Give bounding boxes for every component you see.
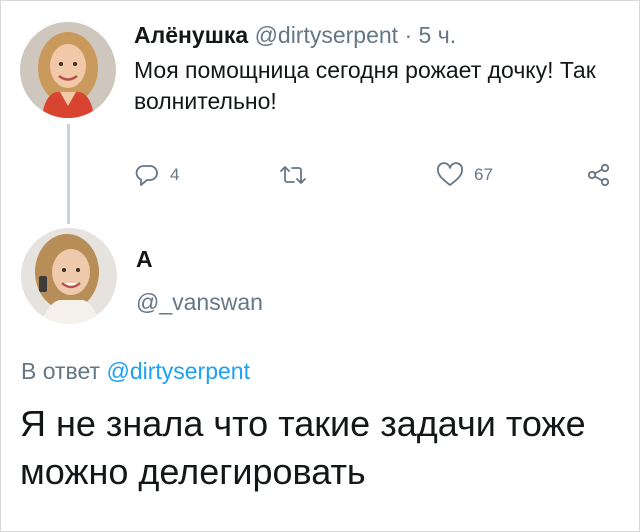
retweet-button[interactable] bbox=[278, 158, 308, 192]
reply-author-name[interactable]: А bbox=[136, 244, 263, 274]
like-icon bbox=[436, 162, 464, 188]
like-button[interactable]: 67 bbox=[436, 158, 493, 192]
reply-author-block[interactable]: А @_vanswan bbox=[136, 244, 263, 317]
share-icon bbox=[586, 162, 612, 188]
reply-to-line: В ответ @dirtyserpent bbox=[21, 356, 250, 386]
tweet-header: Алёнушка @dirtyserpent · 5 ч. bbox=[134, 20, 630, 50]
reply-to-prefix: В ответ bbox=[21, 358, 101, 384]
header-separator: · bbox=[404, 22, 413, 48]
reply-to-mention-link[interactable]: @dirtyserpent bbox=[106, 358, 250, 384]
avatar-vanswan[interactable] bbox=[21, 228, 117, 324]
reply-icon bbox=[134, 162, 160, 188]
thread-connector-line bbox=[67, 124, 70, 224]
tweet-text: Моя помощница сегодня рожает дочку! Так … bbox=[134, 57, 596, 114]
author-name[interactable]: Алёнушка bbox=[134, 22, 248, 48]
like-count: 67 bbox=[474, 165, 493, 184]
reply-button[interactable]: 4 bbox=[134, 158, 179, 192]
tweet-actions-bar: 4 67 bbox=[134, 158, 620, 192]
reply-tweet-text: Я не знала что такие задачи тоже можно д… bbox=[20, 403, 586, 492]
reply-author-handle[interactable]: @_vanswan bbox=[136, 287, 263, 317]
retweet-icon bbox=[278, 162, 308, 188]
original-tweet[interactable]: Алёнушка @dirtyserpent · 5 ч. Моя помощн… bbox=[134, 20, 630, 117]
avatar-alenushka[interactable] bbox=[20, 22, 116, 118]
reply-count: 4 bbox=[170, 165, 180, 184]
tweet-timestamp[interactable]: 5 ч. bbox=[419, 22, 457, 48]
share-button[interactable] bbox=[586, 158, 612, 192]
author-handle[interactable]: @dirtyserpent bbox=[255, 22, 399, 48]
